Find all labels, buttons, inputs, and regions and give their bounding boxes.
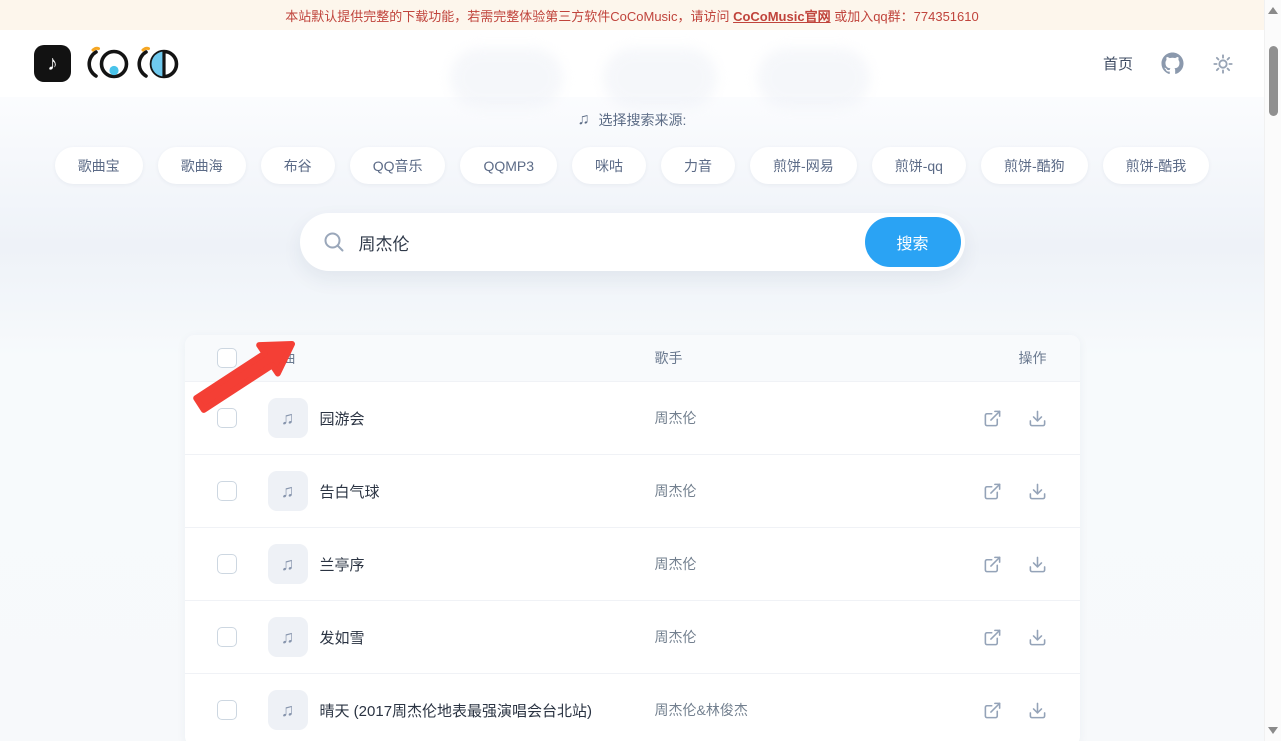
song-note-icon: ♫ bbox=[268, 398, 308, 438]
external-link-icon[interactable] bbox=[983, 555, 1002, 574]
scrollbar-down-arrow-icon[interactable] bbox=[1268, 727, 1278, 734]
row-actions bbox=[955, 409, 1047, 428]
table-row: ♫ 晴天 (2017周杰伦地表最强演唱会台北站) 周杰伦&林俊杰 bbox=[185, 673, 1080, 741]
external-link-icon[interactable] bbox=[983, 701, 1002, 720]
table-row: ♫ 园游会 周杰伦 bbox=[185, 381, 1080, 454]
select-all-checkbox[interactable] bbox=[217, 348, 237, 368]
song-note-icon: ♫ bbox=[268, 544, 308, 584]
song-title: 发如雪 bbox=[320, 627, 655, 648]
song-artist: 周杰伦 bbox=[655, 408, 955, 428]
notice-text-before: 本站默认提供完整的下载功能，若需完整体验第三方软件CoCoMusic，请访问 bbox=[285, 6, 733, 25]
nav-home-link[interactable]: 首页 bbox=[1103, 53, 1133, 74]
source-pill-migu[interactable]: 咪咕 bbox=[572, 147, 646, 184]
coco-wordmark-icon[interactable] bbox=[82, 46, 186, 82]
theme-sun-icon[interactable] bbox=[1212, 53, 1234, 75]
download-icon[interactable] bbox=[1028, 628, 1047, 647]
music-note-icon: ♫ bbox=[578, 111, 590, 129]
row-checkbox[interactable] bbox=[217, 627, 237, 647]
source-pill-gequhai[interactable]: 歌曲海 bbox=[158, 147, 246, 184]
column-header-actions: 操作 bbox=[955, 348, 1047, 368]
song-artist: 周杰伦 bbox=[655, 554, 955, 574]
download-icon[interactable] bbox=[1028, 701, 1047, 720]
main-content: ♫ 选择搜索来源: 歌曲宝 歌曲海 布谷 QQ音乐 QQMP3 咪咕 力音 煎饼… bbox=[0, 97, 1264, 741]
app-window: 本站默认提供完整的下载功能，若需完整体验第三方软件CoCoMusic，请访问 C… bbox=[0, 0, 1281, 741]
source-pill-gequbao[interactable]: 歌曲宝 bbox=[55, 147, 143, 184]
song-note-icon: ♫ bbox=[268, 617, 308, 657]
external-link-icon[interactable] bbox=[983, 409, 1002, 428]
download-icon[interactable] bbox=[1028, 555, 1047, 574]
search-bar: 搜索 bbox=[300, 213, 965, 271]
row-actions bbox=[955, 701, 1047, 720]
song-title: 晴天 (2017周杰伦地表最强演唱会台北站) bbox=[320, 700, 655, 721]
scrollbar[interactable] bbox=[1264, 0, 1281, 741]
download-icon[interactable] bbox=[1028, 409, 1047, 428]
header: ♪ 首页 bbox=[0, 30, 1264, 97]
source-pill-bugu[interactable]: 布谷 bbox=[261, 147, 335, 184]
column-header-artist: 歌手 bbox=[655, 348, 955, 368]
table-header-row: 歌曲 歌手 操作 bbox=[185, 335, 1080, 381]
source-pill-jianbing-wangyi[interactable]: 煎饼-网易 bbox=[750, 147, 857, 184]
notice-banner: 本站默认提供完整的下载功能，若需完整体验第三方软件CoCoMusic，请访问 C… bbox=[0, 0, 1264, 30]
cocomusic-site-link[interactable]: CoCoMusic官网 bbox=[733, 6, 831, 25]
table-row: ♫ 兰亭序 周杰伦 bbox=[185, 527, 1080, 600]
results-table: 歌曲 歌手 操作 ♫ 园游会 周杰伦 ♫ 告 bbox=[185, 335, 1080, 741]
scrollbar-thumb[interactable] bbox=[1269, 46, 1278, 116]
table-row: ♫ 发如雪 周杰伦 bbox=[185, 600, 1080, 673]
song-artist: 周杰伦 bbox=[655, 627, 955, 647]
row-actions bbox=[955, 555, 1047, 574]
song-title: 告白气球 bbox=[320, 481, 655, 502]
search-button[interactable]: 搜索 bbox=[865, 217, 961, 267]
github-icon[interactable] bbox=[1161, 52, 1184, 75]
search-input[interactable] bbox=[359, 232, 865, 252]
row-checkbox[interactable] bbox=[217, 554, 237, 574]
row-actions bbox=[955, 482, 1047, 501]
song-note-icon: ♫ bbox=[268, 471, 308, 511]
song-title: 兰亭序 bbox=[320, 554, 655, 575]
source-label: 选择搜索来源: bbox=[599, 110, 687, 130]
source-pill-liyin[interactable]: 力音 bbox=[661, 147, 735, 184]
external-link-icon[interactable] bbox=[983, 628, 1002, 647]
source-label-row: ♫ 选择搜索来源: bbox=[0, 97, 1264, 130]
row-checkbox[interactable] bbox=[217, 700, 237, 720]
row-checkbox[interactable] bbox=[217, 481, 237, 501]
table-row: ♫ 告白气球 周杰伦 bbox=[185, 454, 1080, 527]
scrollbar-up-arrow-icon[interactable] bbox=[1268, 7, 1278, 14]
header-nav: 首页 bbox=[1103, 52, 1234, 75]
row-checkbox[interactable] bbox=[217, 408, 237, 428]
row-actions bbox=[955, 628, 1047, 647]
source-pill-qq-music[interactable]: QQ音乐 bbox=[350, 147, 446, 184]
column-header-song: 歌曲 bbox=[268, 348, 655, 368]
external-link-icon[interactable] bbox=[983, 482, 1002, 501]
source-pills: 歌曲宝 歌曲海 布谷 QQ音乐 QQMP3 咪咕 力音 煎饼-网易 煎饼-qq … bbox=[0, 147, 1264, 184]
notice-text-after: 或加入qq群：774351610 bbox=[831, 6, 979, 25]
song-artist: 周杰伦&林俊杰 bbox=[655, 700, 955, 720]
viewport: 本站默认提供完整的下载功能，若需完整体验第三方软件CoCoMusic，请访问 C… bbox=[0, 0, 1264, 741]
logo-note-glyph: ♪ bbox=[47, 52, 58, 76]
source-pill-jianbing-kuwo[interactable]: 煎饼-酷我 bbox=[1103, 147, 1210, 184]
song-title: 园游会 bbox=[320, 408, 655, 429]
source-pill-jianbing-qq[interactable]: 煎饼-qq bbox=[872, 147, 966, 184]
download-icon[interactable] bbox=[1028, 482, 1047, 501]
source-pill-qqmp3[interactable]: QQMP3 bbox=[460, 147, 557, 184]
logo-music-note-icon[interactable]: ♪ bbox=[34, 45, 71, 82]
song-artist: 周杰伦 bbox=[655, 481, 955, 501]
search-icon bbox=[323, 231, 345, 253]
song-note-icon: ♫ bbox=[268, 690, 308, 730]
source-pill-jianbing-kugou[interactable]: 煎饼-酷狗 bbox=[981, 147, 1088, 184]
